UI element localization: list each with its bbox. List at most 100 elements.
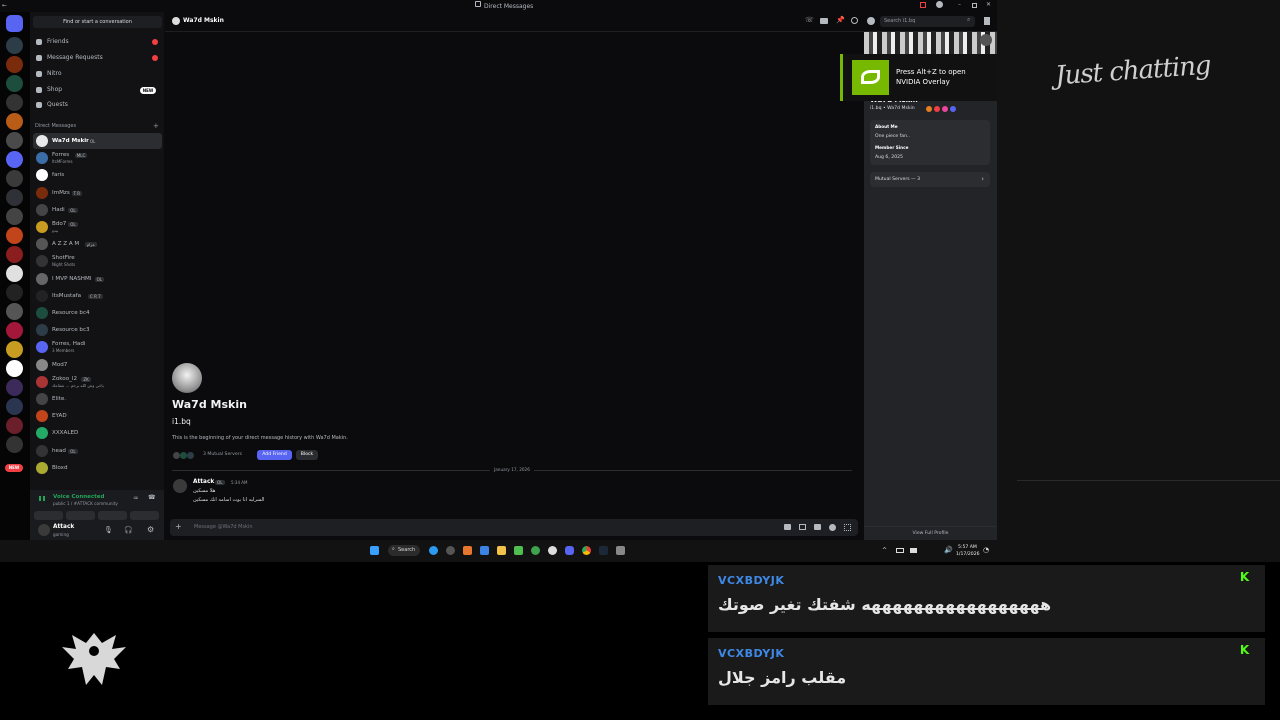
dm-item[interactable]: Zokoo_l2 ZK ياخي وش الله يرحم ... شقاعك [33,374,162,390]
app-icon[interactable] [514,546,523,555]
dm-item[interactable]: I MVP NASHMI OL [33,271,162,287]
headphones-icon[interactable]: 🎧 [124,526,133,534]
server-icon[interactable] [6,284,23,301]
message-author[interactable]: Attack [193,479,214,485]
server-icon[interactable] [6,360,23,377]
voice-status[interactable]: Voice Connected [53,494,104,500]
server-icon[interactable] [6,189,23,206]
video-call-icon[interactable] [820,18,828,24]
file-explorer-icon[interactable] [497,546,506,555]
minimize-icon[interactable]: – [958,1,961,8]
chevron-up-icon[interactable]: ^ [882,547,887,554]
gif-icon[interactable] [799,524,806,530]
server-icon[interactable] [6,322,23,339]
server-icon[interactable] [6,132,23,149]
dm-item[interactable]: EYAD [33,408,162,424]
xbox-icon[interactable] [531,546,540,555]
notifications-icon[interactable]: ◔ [983,546,989,554]
dm-item[interactable]: ItsMustafa C R 7 [33,288,162,304]
start-windows-icon[interactable] [370,546,379,555]
add-user-icon[interactable] [851,17,858,24]
message-input[interactable]: Message @Wa7d Mskin [194,524,253,530]
dm-item[interactable]: ImMzs T R [33,185,162,201]
server-icon[interactable] [6,398,23,415]
pin-icon[interactable]: 📌 [836,16,845,24]
server-icon[interactable] [6,56,23,73]
dm-item[interactable]: Forres MLC ItsMForres [33,150,162,166]
voice-channel[interactable]: public 1 / #ATTACK community [53,501,118,506]
server-icon[interactable] [6,94,23,111]
nav-nitro[interactable]: Nitro [33,67,162,81]
block-button[interactable]: Block [296,450,318,460]
nav-shop[interactable]: Shop NEW [33,83,162,97]
gear-icon[interactable]: ⚙ [147,525,154,534]
server-icon[interactable] [6,37,23,54]
mutual-servers-button[interactable]: Mutual Servers — 3 › [870,172,990,187]
microphone-icon[interactable]: 🎙 [104,526,113,534]
server-icon[interactable] [6,379,23,396]
back-arrow-icon[interactable]: ← [2,2,7,9]
find-conversation-button[interactable]: Find or start a conversation [33,16,162,28]
mail-icon[interactable] [480,546,489,555]
folder-icon[interactable] [6,151,23,168]
dm-item[interactable]: A Z Z A M عزام [33,236,162,252]
dm-item[interactable]: Hadi OL [33,202,162,218]
app-icon[interactable] [463,546,472,555]
add-friend-button[interactable]: Add Friend [257,450,292,460]
search-input[interactable]: Search i1.bq [880,16,975,27]
server-icon[interactable] [6,265,23,282]
nav-friends[interactable]: Friends [33,35,162,49]
steam-icon[interactable] [599,546,608,555]
nav-quests[interactable]: Quests [33,98,162,112]
discord-icon[interactable] [565,546,574,555]
avatar[interactable] [38,524,50,536]
edge-browser-icon[interactable] [429,546,438,555]
recipient-avatar[interactable] [172,363,202,393]
camera-button[interactable] [34,511,63,520]
noise-suppression-icon[interactable]: ♒ [133,495,138,502]
soundboard-button[interactable] [130,511,159,520]
dm-item[interactable]: head OL [33,443,162,459]
clock-date[interactable]: 1/17/2026 [956,552,980,557]
dm-item[interactable]: XXXALED [33,425,162,441]
server-icon[interactable] [6,436,23,453]
server-icon[interactable] [6,227,23,244]
dm-item[interactable]: Resource bc4 [33,305,162,321]
home-discord-icon[interactable] [6,15,23,32]
more-icon[interactable] [980,34,992,46]
user-name[interactable]: Attack [53,524,74,530]
help-icon[interactable] [936,1,943,8]
server-icon[interactable] [6,417,23,434]
dm-item[interactable]: ShotFire Night Shots [33,253,162,269]
app-icon[interactable] [616,546,625,555]
server-icon[interactable] [6,246,23,263]
disconnect-icon[interactable]: ☎ [148,494,155,501]
server-icon[interactable] [6,303,23,320]
battery-icon[interactable] [896,548,904,553]
gift-icon[interactable] [784,524,791,530]
nav-message-requests[interactable]: Message Requests [33,51,162,65]
create-dm-button[interactable]: + [153,122,159,130]
emoji-icon[interactable] [829,524,836,531]
avatar[interactable] [173,479,187,493]
dm-item[interactable]: Wa7d Mskin OL [33,133,162,149]
inbox-alert-icon[interactable] [920,2,926,8]
avatar[interactable] [172,17,180,25]
chrome-icon[interactable] [582,546,591,555]
clock-time[interactable]: 5:57 AM [958,545,977,550]
view-full-profile-button[interactable]: View Full Profile [864,526,997,540]
volume-icon[interactable]: 🔊 [944,546,953,554]
dm-item[interactable]: Elite. [33,391,162,407]
activities-button[interactable] [98,511,127,520]
app-icon[interactable] [548,546,557,555]
apps-icon[interactable] [844,524,851,531]
dm-item[interactable]: Resource bc3 [33,322,162,338]
server-icon[interactable] [6,341,23,358]
server-icon[interactable] [6,75,23,92]
user-profile-icon[interactable] [867,17,875,25]
server-icon[interactable] [6,113,23,130]
sticker-icon[interactable] [814,524,821,530]
server-icon[interactable] [6,208,23,225]
close-icon[interactable]: ✕ [986,1,991,8]
voice-call-icon[interactable]: ☏ [805,16,814,24]
